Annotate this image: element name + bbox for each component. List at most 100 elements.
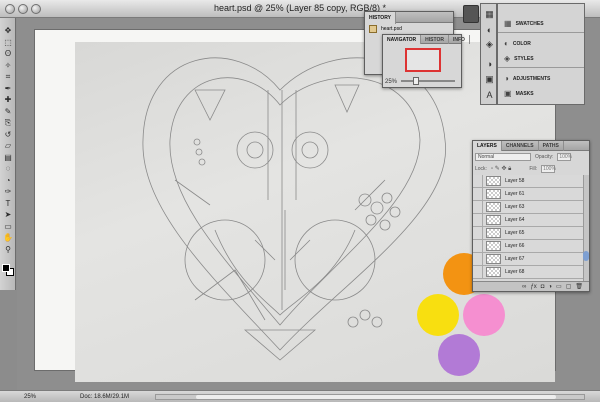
navigator-zoom-knob[interactable] (413, 77, 419, 85)
layer-visibility-toggle[interactable] (473, 200, 483, 214)
tab-channels[interactable]: CHANNELS (502, 141, 539, 151)
dock-divider (498, 32, 584, 33)
color-icon[interactable]: ◐ (484, 25, 495, 36)
pink-color-circle (463, 294, 505, 336)
horizontal-scrollbar[interactable] (155, 394, 585, 400)
marquee-icon[interactable]: ⬚ (2, 38, 14, 48)
hand-icon[interactable]: ✋ (2, 233, 14, 243)
dock-item-label: SWATCHES (515, 20, 544, 27)
healing-icon[interactable]: ✚ (2, 95, 14, 105)
crop-icon[interactable]: ⌗ (2, 72, 14, 82)
adjustment-layer-icon[interactable]: ◑ (548, 284, 552, 290)
move-icon[interactable]: ✥ (2, 26, 14, 36)
layer-row[interactable]: Layer 65 (473, 226, 585, 240)
tab-navigator[interactable]: NAVIGATOR (383, 35, 422, 44)
blend-mode-select[interactable]: Normal (475, 153, 531, 161)
pen-icon[interactable]: ✑ (2, 187, 14, 197)
navigator-zoom-slider[interactable] (401, 80, 455, 82)
layer-name: Layer 63 (505, 204, 525, 210)
dock-item-styles[interactable]: ◈ STYLES (504, 54, 534, 63)
layer-visibility-toggle[interactable] (473, 175, 483, 188)
color-label-icon: ◐ (504, 39, 509, 48)
character-icon[interactable]: A (484, 90, 495, 101)
status-bar: 25% Doc: 18.6M/29.1M (0, 390, 600, 402)
masks-icon[interactable]: ▣ (484, 74, 495, 85)
tab-paths[interactable]: PATHS (539, 141, 564, 151)
layer-row[interactable]: Layer 68 (473, 265, 585, 279)
lock-icons[interactable]: ▫ ✎ ✥ 🔒︎ (491, 165, 511, 173)
layer-visibility-toggle[interactable] (473, 265, 483, 279)
dock-item-swatches[interactable]: ▦ SWATCHES (504, 19, 544, 28)
stamp-icon[interactable]: ⎘ (2, 118, 14, 128)
layer-visibility-toggle[interactable] (473, 239, 483, 253)
add-mask-icon[interactable]: ◘ (541, 284, 545, 290)
foreground-color-swatch[interactable] (2, 264, 10, 272)
type-icon[interactable]: T (2, 199, 14, 209)
dock-item-label: ADJUSTMENTS (512, 75, 551, 82)
layer-thumbnail (486, 189, 501, 199)
navigator-panel: NAVIGATOR HISTOR INFO 25% (382, 34, 470, 88)
status-doc-size: Doc: 18.6M/29.1M (80, 394, 130, 400)
dodge-icon[interactable]: ◔ (2, 176, 14, 186)
styles-icon[interactable]: ◈ (484, 39, 495, 50)
adjustments-label-icon: ◑ (504, 74, 509, 83)
snapshot-icon (369, 25, 377, 33)
brush-icon[interactable]: ✎ (2, 107, 14, 117)
opacity-field[interactable]: 100% (557, 153, 572, 161)
magic-wand-icon[interactable]: ✧ (2, 61, 14, 71)
layer-thumbnail (486, 176, 501, 186)
eraser-icon[interactable]: ▱ (2, 141, 14, 151)
zoom-icon[interactable]: ⚲ (2, 245, 14, 255)
layer-visibility-toggle[interactable] (473, 187, 483, 201)
history-brush-icon[interactable]: ↺ (2, 130, 14, 140)
layer-visibility-toggle[interactable] (473, 213, 483, 227)
layer-name: Layer 58 (505, 178, 525, 184)
layer-list: Layer 58 Layer 61 Layer 63 Layer 64 Layer 65… (473, 175, 585, 281)
layer-style-icon[interactable]: ƒx (530, 284, 536, 290)
layers-scrollbar[interactable] (583, 175, 589, 281)
layer-thumbnail (486, 228, 501, 238)
opacity-label: Opacity: (535, 154, 554, 160)
swatches-label-icon: ▦ (504, 19, 512, 28)
layer-name: Layer 68 (505, 269, 525, 275)
layer-row[interactable]: Layer 61 (473, 187, 585, 201)
blur-icon[interactable]: ◌ (2, 164, 14, 174)
dock-item-color[interactable]: ◐ COLOR (504, 39, 531, 48)
tool-presets-icon[interactable] (463, 5, 479, 23)
fill-field[interactable]: 100% (541, 165, 556, 173)
adjustments-icon[interactable]: ◑ (484, 59, 495, 70)
new-group-icon[interactable]: ▭ (556, 283, 562, 290)
layer-row[interactable]: Layer 58 (473, 175, 585, 188)
layer-row[interactable]: Layer 63 (473, 200, 585, 214)
layer-row[interactable]: Layer 67 (473, 252, 585, 266)
status-zoom[interactable]: 25% (24, 394, 36, 400)
masks-label-icon: ▣ (504, 89, 512, 98)
layer-row[interactable]: Layer 66 (473, 239, 585, 253)
swatches-icon[interactable]: ▦ (484, 9, 495, 20)
layer-thumbnail (486, 202, 501, 212)
trash-icon[interactable]: 🗑︎ (575, 283, 583, 290)
navigator-zoom[interactable]: 25% (385, 79, 397, 85)
dock-icon-strip: ▦ ◐ ◈ ◑ ▣ A (480, 3, 497, 105)
shape-icon[interactable]: ▭ (2, 222, 14, 232)
layer-row[interactable]: Layer 64 (473, 213, 585, 227)
layer-visibility-toggle[interactable] (473, 252, 483, 266)
eyedropper-icon[interactable]: ✒ (2, 84, 14, 94)
tab-history[interactable]: HISTORY (365, 12, 396, 24)
horizontal-scroll-thumb[interactable] (196, 395, 556, 399)
layers-scroll-thumb[interactable] (583, 251, 589, 261)
tab-histogram[interactable]: HISTOR (421, 35, 449, 44)
dock-item-label: STYLES (514, 55, 534, 62)
path-select-icon[interactable]: ➤ (2, 210, 14, 220)
tab-layers[interactable]: LAYERS (473, 141, 502, 151)
link-layers-icon[interactable]: ∞ (522, 284, 526, 290)
navigator-preview[interactable] (405, 48, 441, 72)
new-layer-icon[interactable]: ▢ (566, 283, 572, 290)
toolbox: ✥ ⬚ ʘ ✧ ⌗ ✒ ✚ ✎ ⎘ ↺ ▱ ▤ ◌ ◔ ✑ T ➤ ▭ ✋ ⚲ (0, 18, 16, 290)
dock-item-adjustments[interactable]: ◑ ADJUSTMENTS (504, 74, 550, 83)
dock-item-masks[interactable]: ▣ MASKS (504, 89, 534, 98)
lasso-icon[interactable]: ʘ (2, 49, 14, 59)
layer-visibility-toggle[interactable] (473, 226, 483, 240)
tab-info[interactable]: INFO (449, 35, 470, 44)
gradient-icon[interactable]: ▤ (2, 153, 14, 163)
